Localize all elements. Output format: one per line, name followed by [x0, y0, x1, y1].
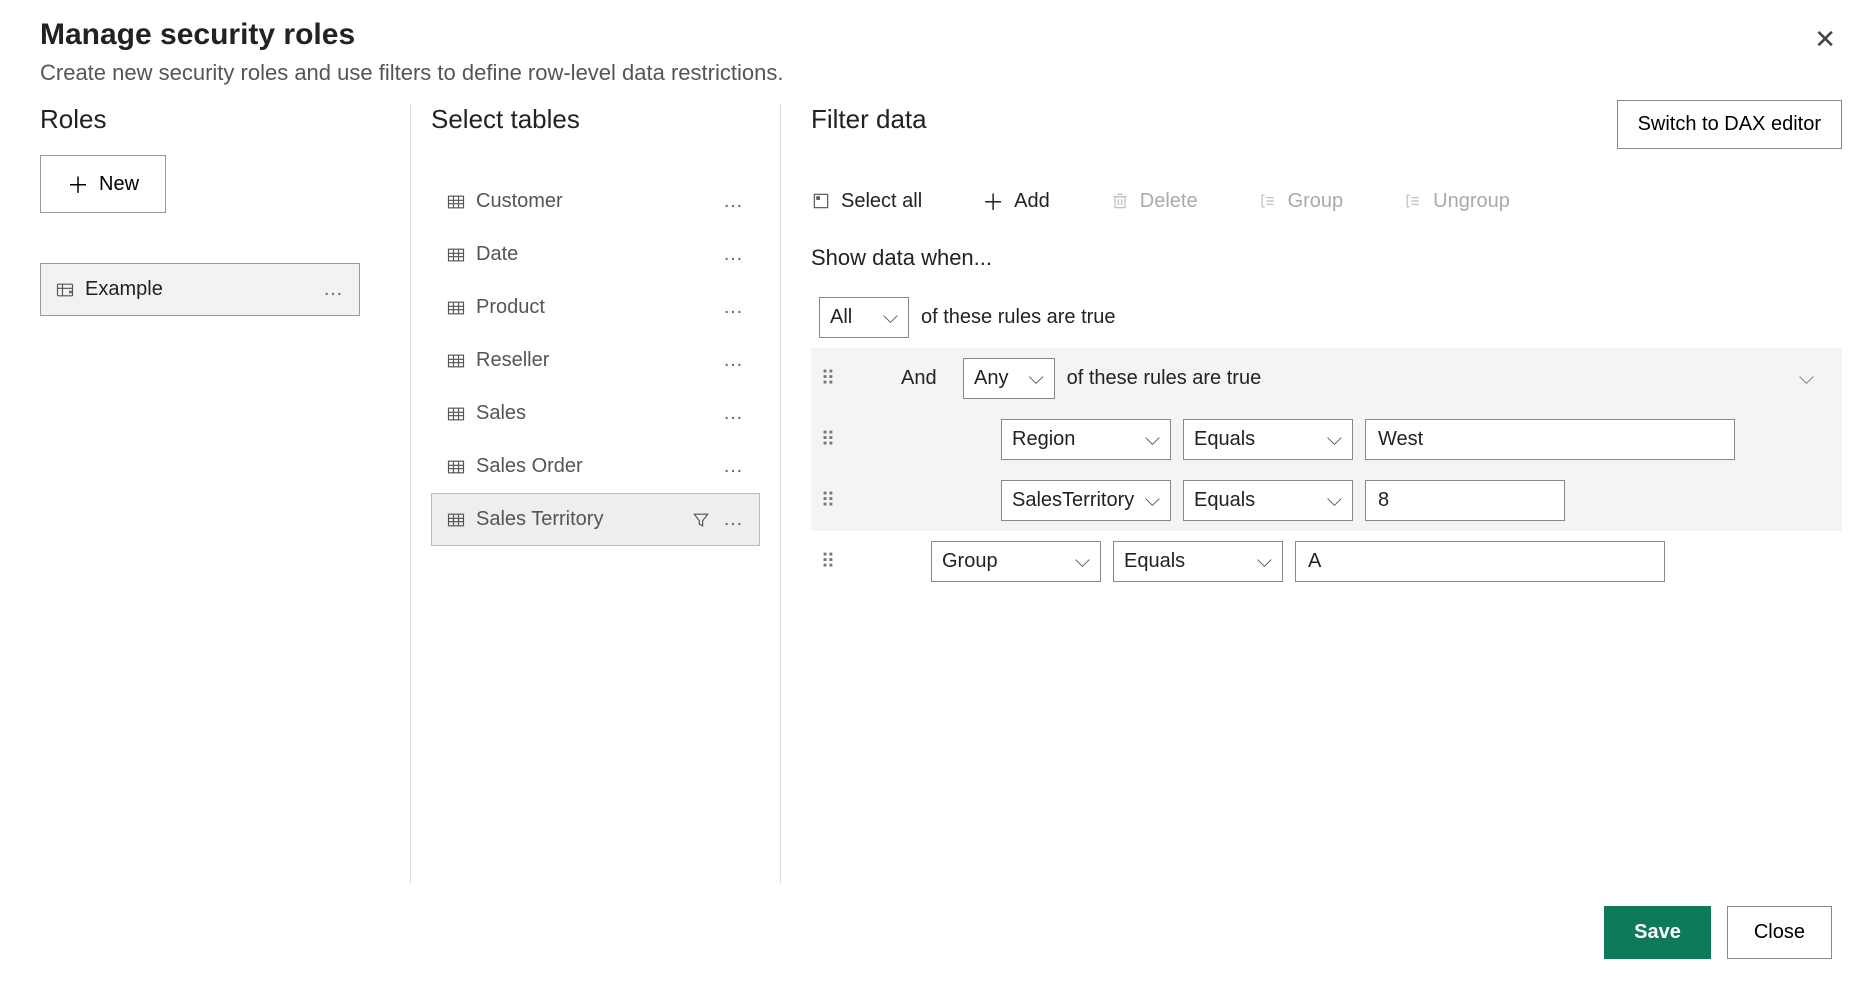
drag-handle-icon[interactable]: ⠿ — [819, 549, 837, 574]
table-item-date[interactable]: Date … — [431, 228, 760, 281]
table-item-label: Date — [476, 243, 518, 266]
show-data-when-label: Show data when... — [811, 245, 1842, 271]
table-item-label: Sales — [476, 402, 526, 425]
table-icon — [446, 457, 466, 477]
rule-value-input[interactable]: A — [1295, 541, 1665, 582]
root-mode-dropdown[interactable]: All ⌵ — [819, 297, 909, 338]
table-icon — [446, 510, 466, 530]
save-button[interactable]: Save — [1604, 906, 1711, 959]
plus-icon: ＋ — [67, 168, 89, 200]
table-item-label: Reseller — [476, 349, 549, 372]
new-role-button[interactable]: ＋ New — [40, 155, 166, 213]
chevron-down-icon: ⌵ — [1327, 428, 1342, 451]
table-item-label: Product — [476, 296, 545, 319]
rule-value-input[interactable]: 8 — [1365, 480, 1565, 521]
table-item-more-icon[interactable]: … — [723, 190, 745, 213]
drag-handle-icon[interactable]: ⠿ — [819, 488, 837, 513]
table-item-product[interactable]: Product … — [431, 281, 760, 334]
table-item-sales[interactable]: Sales … — [431, 387, 760, 440]
group-mode-dropdown[interactable]: Any ⌵ — [963, 358, 1055, 399]
select-all-button[interactable]: Select all — [811, 190, 922, 213]
table-item-more-icon[interactable]: … — [723, 349, 745, 372]
rule-column-dropdown[interactable]: Group ⌵ — [931, 541, 1101, 582]
delete-rule-button: Delete — [1110, 190, 1198, 213]
role-icon — [55, 280, 75, 300]
chevron-down-icon: ⌵ — [883, 306, 898, 329]
drag-handle-icon[interactable]: ⠿ — [819, 366, 837, 391]
tables-section-label: Select tables — [431, 104, 760, 135]
table-icon — [446, 404, 466, 424]
table-item-more-icon[interactable]: … — [723, 455, 745, 478]
role-item-label: Example — [85, 278, 163, 301]
rule-column-dropdown[interactable]: SalesTerritory ⌵ — [1001, 480, 1171, 521]
table-item-sales-order[interactable]: Sales Order … — [431, 440, 760, 493]
drag-handle-icon[interactable]: ⠿ — [819, 427, 837, 452]
table-item-label: Customer — [476, 190, 563, 213]
role-item-more-icon[interactable]: … — [323, 278, 345, 301]
table-item-more-icon[interactable]: … — [723, 296, 745, 319]
rule-operator-dropdown[interactable]: Equals ⌵ — [1183, 419, 1353, 460]
rule-operator-dropdown[interactable]: Equals ⌵ — [1183, 480, 1353, 521]
dialog-subtitle: Create new security roles and use filter… — [40, 60, 1842, 86]
chevron-down-icon: ⌵ — [1145, 489, 1160, 512]
table-item-more-icon[interactable]: … — [723, 402, 745, 425]
chevron-down-icon: ⌵ — [1075, 550, 1090, 573]
chevron-down-icon: ⌵ — [1145, 428, 1160, 451]
and-label: And — [901, 367, 951, 390]
table-item-sales-territory[interactable]: Sales Territory … — [431, 493, 760, 546]
collapse-group-icon[interactable]: ⌵ — [1799, 367, 1814, 390]
table-icon — [446, 298, 466, 318]
filter-icon — [691, 510, 711, 530]
table-icon — [446, 192, 466, 212]
rule-column-dropdown[interactable]: Region ⌵ — [1001, 419, 1171, 460]
plus-icon: ＋ — [982, 185, 1004, 217]
close-button[interactable]: Close — [1727, 906, 1832, 959]
close-icon[interactable]: ✕ — [1814, 24, 1836, 55]
rules-suffix-label: of these rules are true — [921, 306, 1116, 329]
trash-icon — [1110, 191, 1130, 211]
table-icon — [446, 351, 466, 371]
table-item-more-icon[interactable]: … — [723, 508, 745, 531]
rules-suffix-label: of these rules are true — [1067, 367, 1262, 390]
rule-operator-dropdown[interactable]: Equals ⌵ — [1113, 541, 1283, 582]
switch-dax-button[interactable]: Switch to DAX editor — [1617, 100, 1842, 149]
table-item-more-icon[interactable]: … — [723, 243, 745, 266]
chevron-down-icon: ⌵ — [1327, 489, 1342, 512]
select-all-icon — [811, 191, 831, 211]
group-rules-button: Group — [1258, 190, 1344, 213]
table-icon — [446, 245, 466, 265]
ungroup-rules-button: Ungroup — [1403, 190, 1510, 213]
table-item-label: Sales Territory — [476, 508, 603, 531]
add-rule-button[interactable]: ＋ Add — [982, 185, 1050, 217]
chevron-down-icon: ⌵ — [1257, 550, 1272, 573]
dialog-title: Manage security roles — [40, 18, 1842, 52]
table-item-customer[interactable]: Customer … — [431, 175, 760, 228]
ungroup-icon — [1403, 191, 1423, 211]
table-item-label: Sales Order — [476, 455, 583, 478]
new-role-label: New — [99, 173, 139, 196]
roles-section-label: Roles — [40, 104, 390, 135]
group-icon — [1258, 191, 1278, 211]
role-item[interactable]: Example … — [40, 263, 360, 316]
table-item-reseller[interactable]: Reseller … — [431, 334, 760, 387]
chevron-down-icon: ⌵ — [1028, 367, 1043, 390]
rule-value-input[interactable]: West — [1365, 419, 1735, 460]
